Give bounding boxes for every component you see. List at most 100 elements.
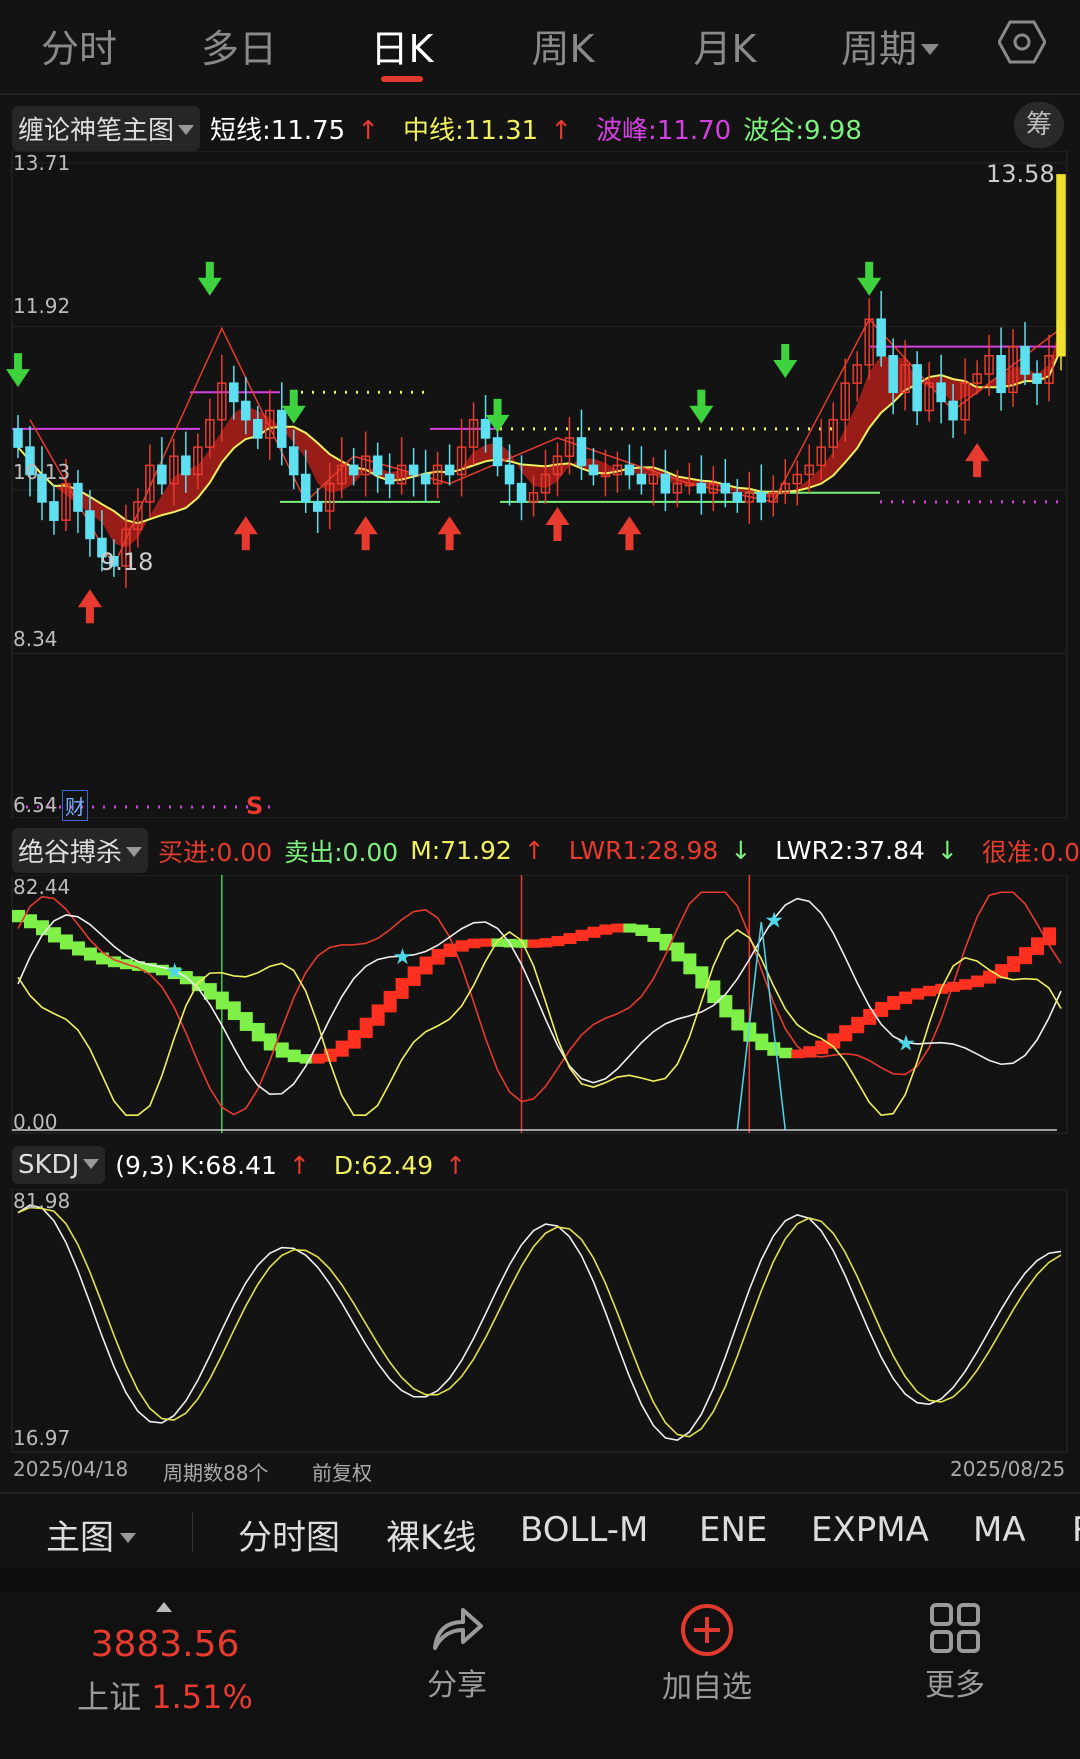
buy-arrow-icon [973, 459, 982, 478]
plus-circle-icon [681, 1604, 733, 1656]
indicator-tab-ene[interactable]: ENE [699, 1510, 767, 1550]
sell-arrow-icon [865, 261, 874, 280]
tab-intraday[interactable]: 分时 [14, 18, 144, 73]
divider [0, 1568, 1080, 1592]
sell-arrow-icon [493, 398, 502, 417]
candle-body [157, 464, 167, 485]
add-watchlist-button[interactable]: 加自选 [607, 1602, 807, 1706]
m-bar [71, 941, 85, 956]
chip-distribution-button[interactable]: 筹 [1014, 102, 1064, 148]
tab-daily-k[interactable]: 日K [337, 18, 467, 73]
peak-value: 波峰:11.70 [596, 116, 732, 146]
m-bar [839, 1025, 853, 1042]
m-bar [923, 985, 937, 997]
star-icon: ★ [393, 945, 413, 970]
candle-body [696, 482, 707, 494]
sell-arrow-icon [773, 360, 798, 379]
buy-arrow-icon [353, 516, 378, 535]
skdj-chart[interactable] [0, 1189, 1080, 1454]
d-line [17, 1206, 1062, 1438]
m-bar [671, 942, 685, 962]
candle-body [480, 418, 491, 439]
sell-arrow-icon [697, 389, 706, 408]
m-bar [1031, 937, 1045, 956]
star-icon: ★ [896, 1031, 916, 1056]
main-indicator-dropdown[interactable]: 缠论神笔主图 [12, 106, 201, 151]
sub1-indicator-chart[interactable]: ★ ★ ★ ★ [0, 875, 1080, 1135]
period-count: 周期数88个 [163, 1461, 269, 1485]
sub2-indicator-dropdown[interactable]: SKDJ [12, 1146, 106, 1184]
candlestick-chart[interactable] [0, 151, 1080, 818]
candle-body [588, 464, 599, 476]
indicator-tab-expma[interactable]: EXPMA [811, 1510, 929, 1550]
candle-body [504, 464, 515, 485]
grid-icon [930, 1603, 980, 1653]
m-bar [635, 924, 649, 936]
candle-body [876, 318, 886, 357]
indicator-tab-intraday[interactable]: 分时图 [238, 1510, 340, 1559]
financial-badge[interactable]: 财 [62, 790, 88, 821]
settings-icon[interactable] [997, 20, 1047, 64]
m-bar [1019, 947, 1033, 965]
s-marker: S [246, 792, 264, 820]
m-bar [899, 991, 913, 1005]
indicator-tab-main[interactable]: 主图 [46, 1510, 136, 1559]
m-bar [611, 923, 625, 933]
candle-body [384, 473, 395, 485]
buy-arrow-icon [85, 605, 94, 624]
m-bar [707, 980, 721, 1004]
m-bar [971, 975, 985, 988]
m-bar [563, 933, 577, 944]
candle-body [948, 400, 958, 421]
sub2-bottom-label: 16.97 [13, 1426, 71, 1450]
m-bar [47, 927, 61, 943]
indicator-tab-naked-k[interactable]: 裸K线 [386, 1510, 476, 1559]
sub1-indicator-dropdown[interactable]: 绝谷搏杀 [12, 828, 149, 873]
price-label-4: 8.34 [13, 627, 58, 651]
m-bar [755, 1033, 769, 1051]
candle-body [936, 382, 946, 403]
candle-body [49, 501, 59, 521]
m-bar [959, 979, 973, 990]
tab-multiday[interactable]: 多日 [174, 18, 304, 73]
indicator-tab-boll-m[interactable]: BOLL-M [520, 1510, 648, 1550]
more-button[interactable]: 更多 [855, 1602, 1055, 1704]
sell-arrow-icon [689, 405, 714, 424]
candle-body [348, 464, 359, 476]
indicator-line [17, 928, 1062, 1116]
candle-body [408, 464, 419, 476]
tab-period-dropdown[interactable]: 周期 [820, 18, 960, 73]
indicator-tab-ma[interactable]: MA [973, 1510, 1026, 1550]
candle-body [912, 364, 922, 412]
m-bar [479, 938, 493, 947]
sub2-indicator-row: SKDJ (9,3) K:68.41 ↑ D:62.49 ↑ [12, 1146, 490, 1184]
chart-frame [11, 1189, 1068, 1453]
candle-body [312, 501, 323, 512]
tab-monthly-k[interactable]: 月K [660, 18, 790, 73]
lwr1-value: LWR1:28.98 ↓ [568, 836, 752, 865]
adjust-mode[interactable]: 前复权 [312, 1457, 372, 1486]
m-bar [23, 914, 37, 929]
m-bar [59, 934, 73, 950]
buy-arrow-icon [625, 532, 634, 551]
main-indicator-row: 缠论神笔主图 短线:11.75 ↑ 中线:11.31 ↑ 波峰:11.70 波谷:9… [12, 106, 874, 151]
buy-arrow-icon [241, 532, 250, 551]
indicator-tab-more[interactable]: R [1072, 1510, 1080, 1550]
tab-weekly-k[interactable]: 周K [498, 18, 628, 73]
bottom-bar: 3883.56 上证 1.51% 分享 加自选 更多 [0, 1592, 1080, 1759]
index-value[interactable]: 3883.56 [60, 1624, 270, 1665]
m-bar [1007, 956, 1021, 973]
price-label-3: 10.13 [13, 460, 71, 484]
share-button[interactable]: 分享 [357, 1602, 557, 1704]
m-bar [431, 948, 445, 965]
m-bar [779, 1047, 793, 1059]
candle-body [229, 382, 239, 403]
divider [192, 1512, 193, 1552]
share-icon [433, 1608, 483, 1650]
candle-body [996, 355, 1006, 394]
star-icon: ★ [764, 908, 784, 933]
price-label-2: 11.92 [13, 294, 71, 318]
sell-arrow-icon [781, 344, 790, 363]
index-change[interactable]: 上证 1.51% [60, 1672, 270, 1718]
skdj-params: (9,3) [115, 1150, 175, 1180]
